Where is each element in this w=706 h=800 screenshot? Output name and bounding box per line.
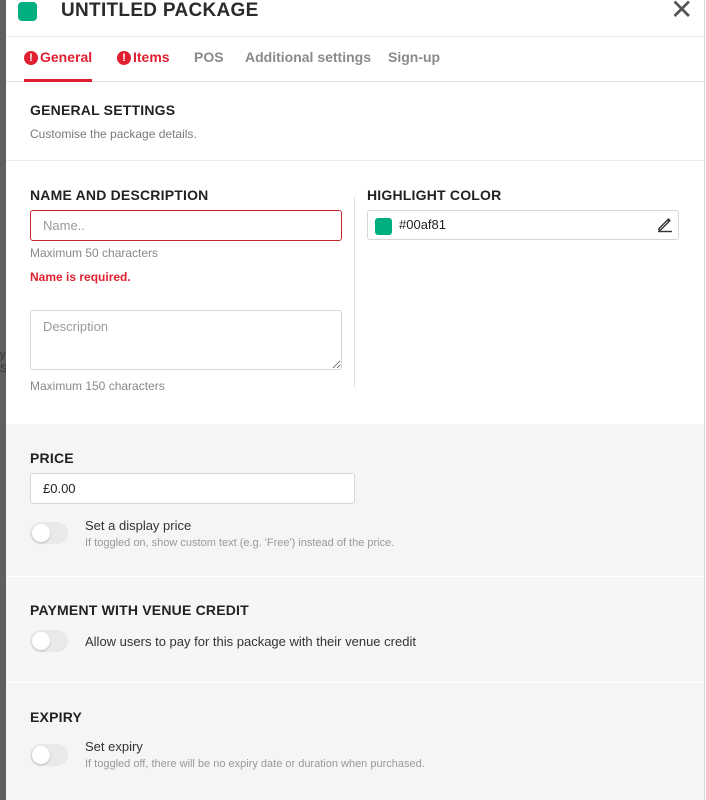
tab-items[interactable]: ! Items bbox=[117, 49, 170, 65]
tab-pos[interactable]: POS bbox=[194, 49, 224, 65]
expiry-toggle[interactable] bbox=[30, 744, 68, 766]
modal-title: UNTITLED PACKAGE bbox=[61, 0, 259, 21]
venue-credit-heading: PAYMENT WITH VENUE CREDIT bbox=[30, 602, 249, 618]
modal-header: UNTITLED PACKAGE ✕ bbox=[6, 0, 704, 37]
column-divider bbox=[354, 197, 355, 387]
toggle-knob bbox=[32, 524, 50, 542]
price-section: PRICE Set a display price If toggled on,… bbox=[6, 424, 704, 576]
display-price-help: If toggled on, show custom text (e.g. 'F… bbox=[85, 537, 395, 549]
error-icon: ! bbox=[117, 51, 131, 65]
highlight-color-heading: HIGHLIGHT COLOR bbox=[367, 187, 502, 203]
highlight-color-field[interactable]: #00af81 bbox=[367, 210, 679, 240]
name-help-text: Maximum 50 characters bbox=[30, 246, 159, 260]
venue-credit-label: Allow users to pay for this package with… bbox=[85, 634, 416, 649]
expiry-heading: EXPIRY bbox=[30, 709, 83, 725]
expiry-help: If toggled off, there will be no expiry … bbox=[85, 758, 425, 770]
expiry-label: Set expiry bbox=[85, 739, 143, 754]
toggle-knob bbox=[32, 632, 50, 650]
venue-credit-section: PAYMENT WITH VENUE CREDIT Allow users to… bbox=[6, 577, 704, 682]
expiry-section: EXPIRY Set expiry If toggled off, there … bbox=[6, 683, 704, 800]
price-heading: PRICE bbox=[30, 450, 74, 466]
name-error-text: Name is required. bbox=[30, 270, 131, 284]
close-icon[interactable]: ✕ bbox=[670, 0, 693, 25]
venue-credit-toggle[interactable] bbox=[30, 630, 68, 652]
toggle-knob bbox=[32, 746, 50, 764]
tab-additional-settings[interactable]: Additional settings bbox=[245, 49, 371, 65]
highlight-color-swatch bbox=[375, 218, 392, 235]
general-settings-heading: GENERAL SETTINGS bbox=[30, 102, 176, 118]
pencil-icon[interactable] bbox=[656, 215, 674, 233]
highlight-color-value: #00af81 bbox=[399, 217, 446, 232]
tab-bar: ! General ! Items POS Additional settings … bbox=[6, 37, 704, 82]
display-price-label: Set a display price bbox=[85, 518, 192, 533]
name-input[interactable] bbox=[30, 210, 342, 241]
package-modal: UNTITLED PACKAGE ✕ ! General ! Items POS A… bbox=[6, 0, 705, 800]
name-description-heading: NAME AND DESCRIPTION bbox=[30, 187, 209, 203]
display-price-toggle[interactable] bbox=[30, 522, 68, 544]
tab-general[interactable]: ! General bbox=[24, 49, 92, 65]
description-textarea[interactable] bbox=[30, 310, 342, 370]
error-icon: ! bbox=[24, 51, 38, 65]
description-help-text: Maximum 150 characters bbox=[30, 379, 165, 393]
price-input[interactable] bbox=[30, 473, 355, 504]
general-settings-subtitle: Customise the package details. bbox=[30, 127, 197, 141]
general-settings-section: GENERAL SETTINGS Customise the package d… bbox=[6, 82, 704, 161]
package-color-swatch bbox=[18, 2, 37, 21]
tab-sign-up[interactable]: Sign-up bbox=[388, 49, 440, 65]
